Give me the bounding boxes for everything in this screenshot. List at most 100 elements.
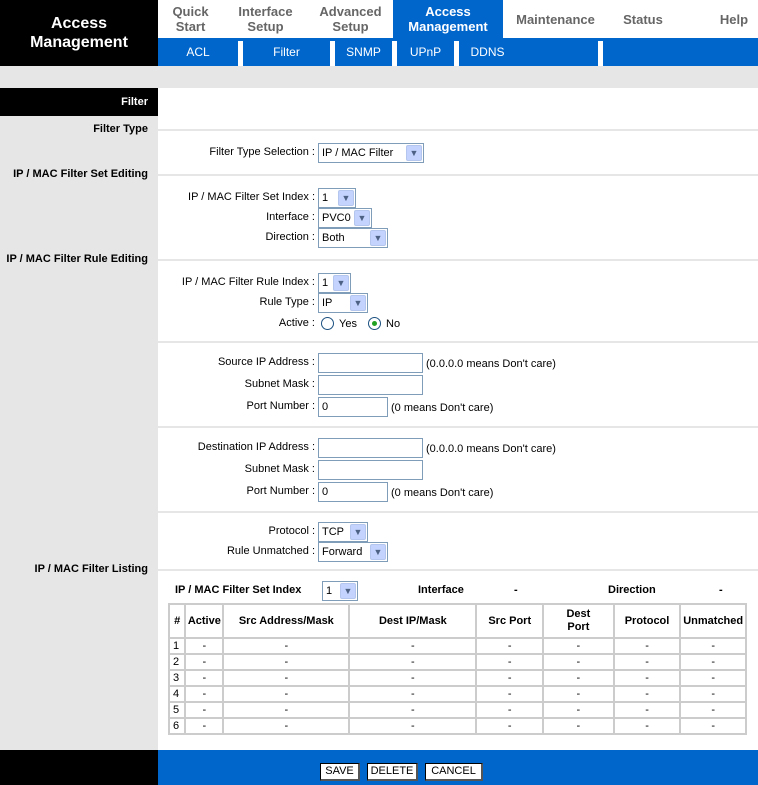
source-port-label: Port Number :: [246, 400, 315, 412]
table-row: 6-------: [167, 717, 747, 735]
rule-type-label: Rule Type :: [259, 296, 315, 308]
table-cell: -: [184, 637, 225, 655]
subtab-upnp[interactable]: UPnP: [397, 38, 454, 66]
listing-set-index-select[interactable]: 1 ▼: [322, 581, 358, 601]
tab-interface-setup[interactable]: Interface Setup: [223, 0, 308, 38]
set-index-select[interactable]: 1 ▼: [318, 188, 356, 208]
table-cell: -: [542, 685, 615, 703]
table-row: 2-------: [167, 653, 747, 671]
subtab-acl[interactable]: ACL: [158, 38, 238, 66]
column-header: Src Address/Mask: [222, 603, 351, 639]
table-cell: -: [222, 653, 351, 671]
active-yes-radio[interactable]: [321, 317, 334, 330]
filter-type-label: Filter Type Selection :: [209, 146, 315, 158]
section-rule-editing: IP / MAC Filter Rule Editing: [6, 253, 148, 265]
table-cell: -: [348, 717, 478, 735]
dest-mask-input[interactable]: [318, 460, 423, 480]
column-header: Protocol: [612, 603, 682, 639]
rule-index-select[interactable]: 1 ▼: [318, 273, 351, 293]
column-header: Dest IP/Mask: [348, 603, 478, 639]
tab-help[interactable]: Help: [710, 0, 758, 38]
table-cell: -: [542, 653, 615, 671]
subtab-snmp[interactable]: SNMP: [335, 38, 392, 66]
set-index-label: IP / MAC Filter Set Index :: [188, 191, 315, 203]
dest-port-label: Port Number :: [246, 485, 315, 497]
filter-type-select[interactable]: IP / MAC Filter ▼: [318, 143, 424, 163]
table-cell: -: [612, 653, 682, 671]
column-header: Active: [184, 603, 225, 639]
table-cell: -: [679, 669, 747, 687]
table-cell: -: [475, 653, 545, 671]
section-listing: IP / MAC Filter Listing: [34, 563, 148, 575]
table-cell: 3: [167, 669, 187, 687]
footer-left: [0, 750, 158, 785]
table-cell: -: [679, 701, 747, 719]
subtab-ddns[interactable]: DDNS: [459, 38, 516, 66]
left-column: [0, 116, 158, 750]
brand-title: Access Management: [0, 0, 158, 66]
section-filter-type: Filter Type: [93, 123, 148, 135]
active-yes-label: Yes: [339, 318, 357, 330]
spacer-strip: [0, 66, 758, 88]
table-cell: -: [679, 717, 747, 735]
source-port-input[interactable]: 0: [318, 397, 388, 417]
table-cell: -: [679, 685, 747, 703]
table-cell: -: [475, 637, 545, 655]
table-cell: -: [184, 653, 225, 671]
table-row: 3-------: [167, 669, 747, 687]
rule-index-label: IP / MAC Filter Rule Index :: [181, 276, 315, 288]
interface-select[interactable]: PVC0 ▼: [318, 208, 372, 228]
protocol-select[interactable]: TCP ▼: [318, 522, 368, 542]
subtab-filter[interactable]: Filter: [243, 38, 330, 66]
source-ip-note: (0.0.0.0 means Don't care): [426, 358, 556, 370]
column-header: Src Port: [475, 603, 545, 639]
source-mask-input[interactable]: [318, 375, 423, 395]
chevron-down-icon: ▼: [406, 145, 422, 161]
dest-port-note: (0 means Don't care): [391, 487, 494, 499]
listing-interface-label: Interface: [418, 584, 464, 596]
rule-type-select[interactable]: IP ▼: [318, 293, 368, 313]
divider: [158, 426, 758, 428]
dest-ip-input[interactable]: [318, 438, 423, 458]
table-cell: -: [222, 701, 351, 719]
table-cell: -: [612, 717, 682, 735]
table-cell: -: [184, 685, 225, 703]
table-cell: -: [475, 669, 545, 687]
dest-port-input[interactable]: 0: [318, 482, 388, 502]
table-cell: -: [679, 637, 747, 655]
table-cell: -: [475, 717, 545, 735]
active-no-radio[interactable]: [368, 317, 381, 330]
cancel-button[interactable]: CANCEL: [425, 763, 483, 781]
listing-interface-value: -: [514, 584, 518, 596]
chevron-down-icon: ▼: [338, 190, 354, 206]
tab-access-management[interactable]: Access Management: [393, 0, 503, 38]
table-row: 4-------: [167, 685, 747, 703]
interface-label: Interface :: [266, 211, 315, 223]
delete-button[interactable]: DELETE: [367, 763, 418, 781]
chevron-down-icon: ▼: [370, 230, 386, 246]
divider: [158, 259, 758, 261]
table-cell: -: [475, 701, 545, 719]
tab-status[interactable]: Status: [608, 0, 678, 38]
direction-select[interactable]: Both ▼: [318, 228, 388, 248]
table-cell: -: [348, 701, 478, 719]
brand-line: Access: [50, 15, 108, 32]
save-button[interactable]: SAVE: [320, 763, 360, 781]
table-cell: -: [679, 653, 747, 671]
chevron-down-icon: ▼: [333, 275, 349, 291]
tab-maintenance[interactable]: Maintenance: [503, 0, 608, 38]
source-mask-label: Subnet Mask :: [244, 378, 315, 390]
source-ip-input[interactable]: [318, 353, 423, 373]
active-no-label: No: [386, 318, 401, 330]
table-cell: 2: [167, 653, 187, 671]
table-cell: -: [612, 685, 682, 703]
tab-advanced-setup[interactable]: Advanced Setup: [308, 0, 393, 38]
table-cell: -: [222, 637, 351, 655]
table-cell: -: [348, 669, 478, 687]
chevron-down-icon: ▼: [370, 544, 386, 560]
tab-quick-start[interactable]: Quick Start: [158, 0, 223, 38]
divider: [158, 511, 758, 513]
rule-unmatched-select[interactable]: Forward ▼: [318, 542, 388, 562]
table-cell: -: [222, 669, 351, 687]
brand-line: Management: [30, 34, 128, 51]
